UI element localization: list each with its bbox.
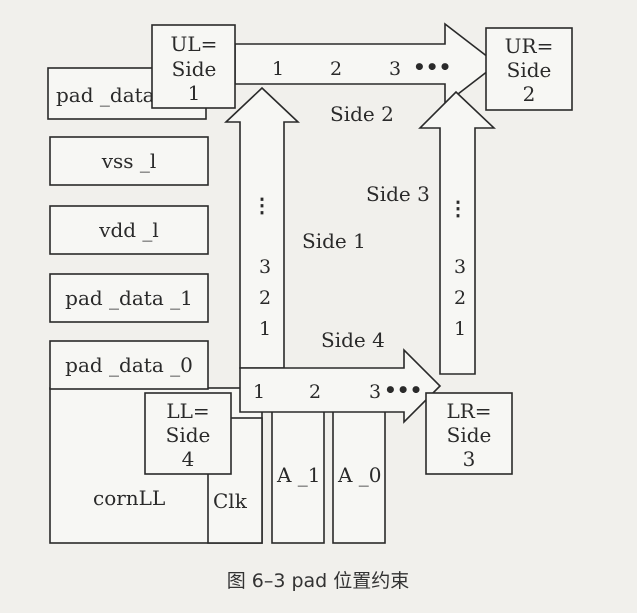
corner-ur-line-1: UR=: [505, 34, 554, 58]
top-arrow-dots: •••: [413, 55, 451, 79]
corner-ul-line-3: 1: [188, 81, 201, 105]
corner-lr-line-1: LR=: [446, 399, 491, 423]
bottom-arrow-num-1: 1: [253, 381, 265, 403]
right-arrow-dots: ⋮: [448, 196, 468, 220]
left-arrow-num-1: 1: [259, 318, 271, 340]
corner-ll-line-2: Side: [166, 423, 211, 447]
corner-ur-line-2: Side: [507, 58, 552, 82]
bottom-arrow-num-2: 2: [309, 381, 321, 403]
pad-label-vss: vss _l: [101, 149, 157, 173]
left-arrow-dots: ⋮: [252, 193, 272, 217]
figure-caption: 图 6–3 pad 位置约束: [227, 570, 410, 592]
side-2-label: Side 2: [330, 102, 394, 126]
right-arrow-num-2: 2: [454, 287, 466, 309]
a1-label: A _1: [276, 463, 321, 487]
pad-constraint-diagram: cornLL Clk A _1 A _0 pad _data vss _l vd…: [0, 0, 637, 609]
corn-ll-label: cornLL: [93, 486, 165, 510]
top-arrow-num-3: 3: [389, 58, 401, 80]
left-arrow-num-2: 2: [259, 287, 271, 309]
right-arrow-num-3: 3: [454, 256, 466, 278]
diagram-canvas: cornLL Clk A _1 A _0 pad _data vss _l vd…: [47, 22, 573, 592]
clk-label: Clk: [213, 489, 248, 513]
left-arrow-num-3: 3: [259, 256, 271, 278]
right-arrow-num-1: 1: [454, 318, 466, 340]
side-3-label: Side 3: [366, 182, 430, 206]
pad-label-pad-data: pad _data: [56, 83, 155, 107]
top-arrow-num-1: 1: [272, 58, 284, 80]
pad-label-vdd: vdd _l: [98, 218, 159, 242]
corner-ul-line-2: Side: [172, 57, 217, 81]
corner-lr-line-3: 3: [463, 447, 476, 471]
corner-ll-line-1: LL=: [166, 399, 209, 423]
side-4-label: Side 4: [321, 328, 385, 352]
corner-ll-line-3: 4: [182, 447, 195, 471]
side-1-label: Side 1: [302, 229, 366, 253]
corner-ur-line-3: 2: [523, 82, 536, 106]
top-arrow-num-2: 2: [330, 58, 342, 80]
bottom-arrow-num-3: 3: [369, 381, 381, 403]
corner-lr-line-2: Side: [447, 423, 492, 447]
corner-ul-line-1: UL=: [171, 32, 218, 56]
bottom-arrow-dots: •••: [384, 378, 422, 402]
pad-label-pad-data-0: pad _data _0: [65, 353, 193, 377]
pad-label-pad-data-1: pad _data _1: [65, 286, 193, 310]
a0-label: A _0: [337, 463, 382, 487]
